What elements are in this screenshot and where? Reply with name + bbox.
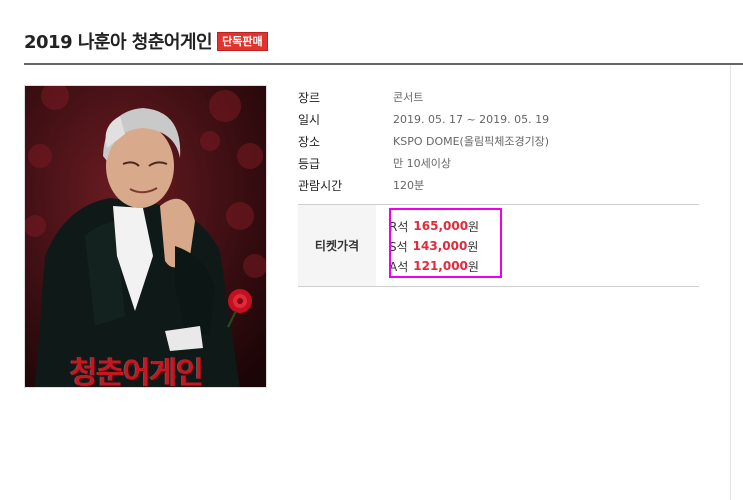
info-value: 2019. 05. 17 ~ 2019. 05. 19 xyxy=(393,112,550,126)
info-label: 등급 xyxy=(298,156,321,171)
info-row-date: 일시 2019. 05. 17 ~ 2019. 05. 19 xyxy=(298,108,699,130)
info-label: 일시 xyxy=(298,112,321,127)
info-row-genre: 장르 콘서트 xyxy=(298,86,699,108)
info-label: 장소 xyxy=(298,134,321,149)
ticket-price-table: 티켓가격 R석 165,000 원 S석 143,000 원 A석 121,00… xyxy=(298,204,699,287)
ticket-price-list: R석 165,000 원 S석 143,000 원 A석 121,000 원 xyxy=(376,205,479,286)
sidebar-divider xyxy=(730,65,731,500)
poster-title-text: 청춘어게인 xyxy=(70,356,204,388)
poster-image[interactable]: 청춘어게인 xyxy=(24,85,267,388)
price-amount: 143,000 xyxy=(412,239,468,253)
poster-illustration xyxy=(25,86,266,387)
seat-grade: S석 xyxy=(389,239,408,254)
info-row-venue: 장소 KSPO DOME(올림픽체조경기장) xyxy=(298,130,699,152)
info-label: 관람시간 xyxy=(298,178,343,193)
seat-grade: A석 xyxy=(389,259,409,274)
info-value: 만 10세이상 xyxy=(393,157,451,170)
price-row-a: A석 121,000 원 xyxy=(389,256,479,276)
info-label: 장르 xyxy=(298,90,321,105)
seat-grade: R석 xyxy=(389,219,409,234)
price-row-s: S석 143,000 원 xyxy=(389,236,479,256)
price-unit: 원 xyxy=(467,259,479,274)
info-value: KSPO DOME(올림픽체조경기장) xyxy=(393,135,550,148)
page-title-bar: 2019 나훈아 청춘어게인 단독판매 xyxy=(24,28,268,54)
title-divider xyxy=(24,63,743,65)
exclusive-badge: 단독판매 xyxy=(217,31,268,51)
page-title: 2019 나훈아 청춘어게인 xyxy=(24,32,213,53)
price-unit: 원 xyxy=(468,219,480,234)
price-unit: 원 xyxy=(467,239,479,254)
price-amount: 165,000 xyxy=(413,219,469,233)
info-row-rating: 등급 만 10세이상 xyxy=(298,152,699,174)
info-value: 120분 xyxy=(393,179,425,192)
event-info-list: 장르 콘서트 일시 2019. 05. 17 ~ 2019. 05. 19 장소… xyxy=(298,86,699,196)
price-row-r: R석 165,000 원 xyxy=(389,216,479,236)
price-amount: 121,000 xyxy=(413,259,468,273)
info-value: 콘서트 xyxy=(393,91,424,104)
info-row-runtime: 관람시간 120분 xyxy=(298,174,699,196)
ticket-price-label: 티켓가격 xyxy=(298,205,376,286)
